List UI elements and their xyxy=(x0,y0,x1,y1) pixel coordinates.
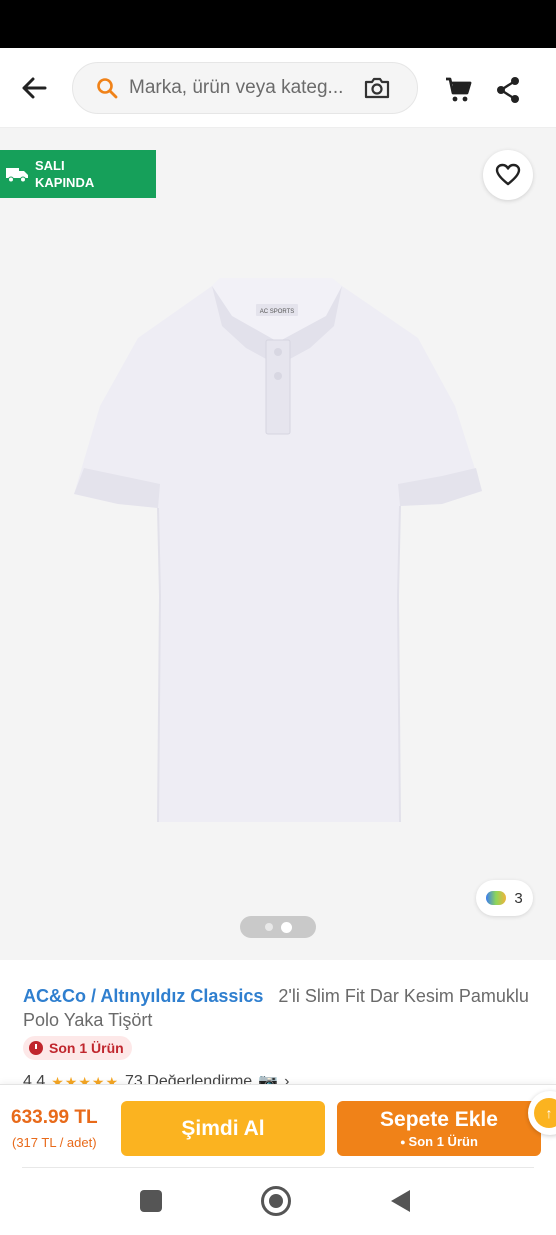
cart-button[interactable] xyxy=(440,72,476,108)
delivery-text: SALI KAPINDA xyxy=(35,158,95,190)
heart-icon xyxy=(495,163,521,186)
color-count: 3 xyxy=(514,889,523,907)
product-gallery[interactable]: SALI KAPINDA AC SPORTS 3 xyxy=(0,128,556,960)
pager-dot xyxy=(264,923,273,931)
camera-icon[interactable] xyxy=(361,72,393,104)
color-palette-icon xyxy=(486,891,507,905)
brand-link[interactable]: AC&Co / Altınyıldız Classics xyxy=(23,986,263,1006)
clock-icon xyxy=(29,1041,43,1055)
delivery-badge: SALI KAPINDA xyxy=(0,150,156,198)
cart-icon xyxy=(446,77,472,102)
svg-text:AC SPORTS: AC SPORTS xyxy=(260,309,295,315)
top-bar xyxy=(0,48,556,128)
product-info: AC&Co / Altınyıldız Classics 2'li Slim F… xyxy=(0,960,556,1091)
color-options-chip[interactable]: 3 xyxy=(476,880,533,916)
add-to-cart-stock: Son 1 Ürün xyxy=(400,1134,478,1149)
buy-now-button[interactable]: Şimdi Al xyxy=(121,1101,325,1156)
home-nav-icon[interactable] xyxy=(261,1186,291,1216)
pager-dot-active xyxy=(280,921,292,933)
arrow-up-icon: ↑ xyxy=(534,1098,556,1128)
back-nav-icon[interactable] xyxy=(391,1190,410,1212)
share-button[interactable] xyxy=(492,72,524,108)
share-icon xyxy=(497,77,519,103)
unit-price: (317 TL / adet) xyxy=(12,1135,97,1150)
search-bar[interactable] xyxy=(72,62,418,114)
product-title: AC&Co / Altınyıldız Classics 2'li Slim F… xyxy=(23,984,543,1032)
truck-icon xyxy=(5,162,29,186)
buy-bar: 633.99 TL (317 TL / adet) Şimdi Al Sepet… xyxy=(0,1084,556,1168)
add-to-cart-button[interactable]: Sepete Ekle Son 1 Ürün xyxy=(337,1101,541,1156)
favorite-button[interactable] xyxy=(483,150,533,200)
price: 633.99 TL xyxy=(11,1107,98,1128)
search-icon xyxy=(93,74,121,102)
recents-nav-icon[interactable] xyxy=(140,1190,162,1212)
stock-badge: Son 1 Ürün xyxy=(23,1036,132,1060)
back-button[interactable] xyxy=(16,70,52,106)
image-pager xyxy=(240,916,316,938)
search-input[interactable] xyxy=(129,77,361,99)
stock-text: Son 1 Ürün xyxy=(49,1040,124,1056)
system-nav-bar xyxy=(0,1168,556,1235)
arrow-left-icon xyxy=(22,77,47,99)
add-to-cart-label: Sepete Ekle xyxy=(380,1108,498,1131)
product-image[interactable]: AC SPORTS xyxy=(70,276,486,824)
status-bar xyxy=(0,0,556,48)
